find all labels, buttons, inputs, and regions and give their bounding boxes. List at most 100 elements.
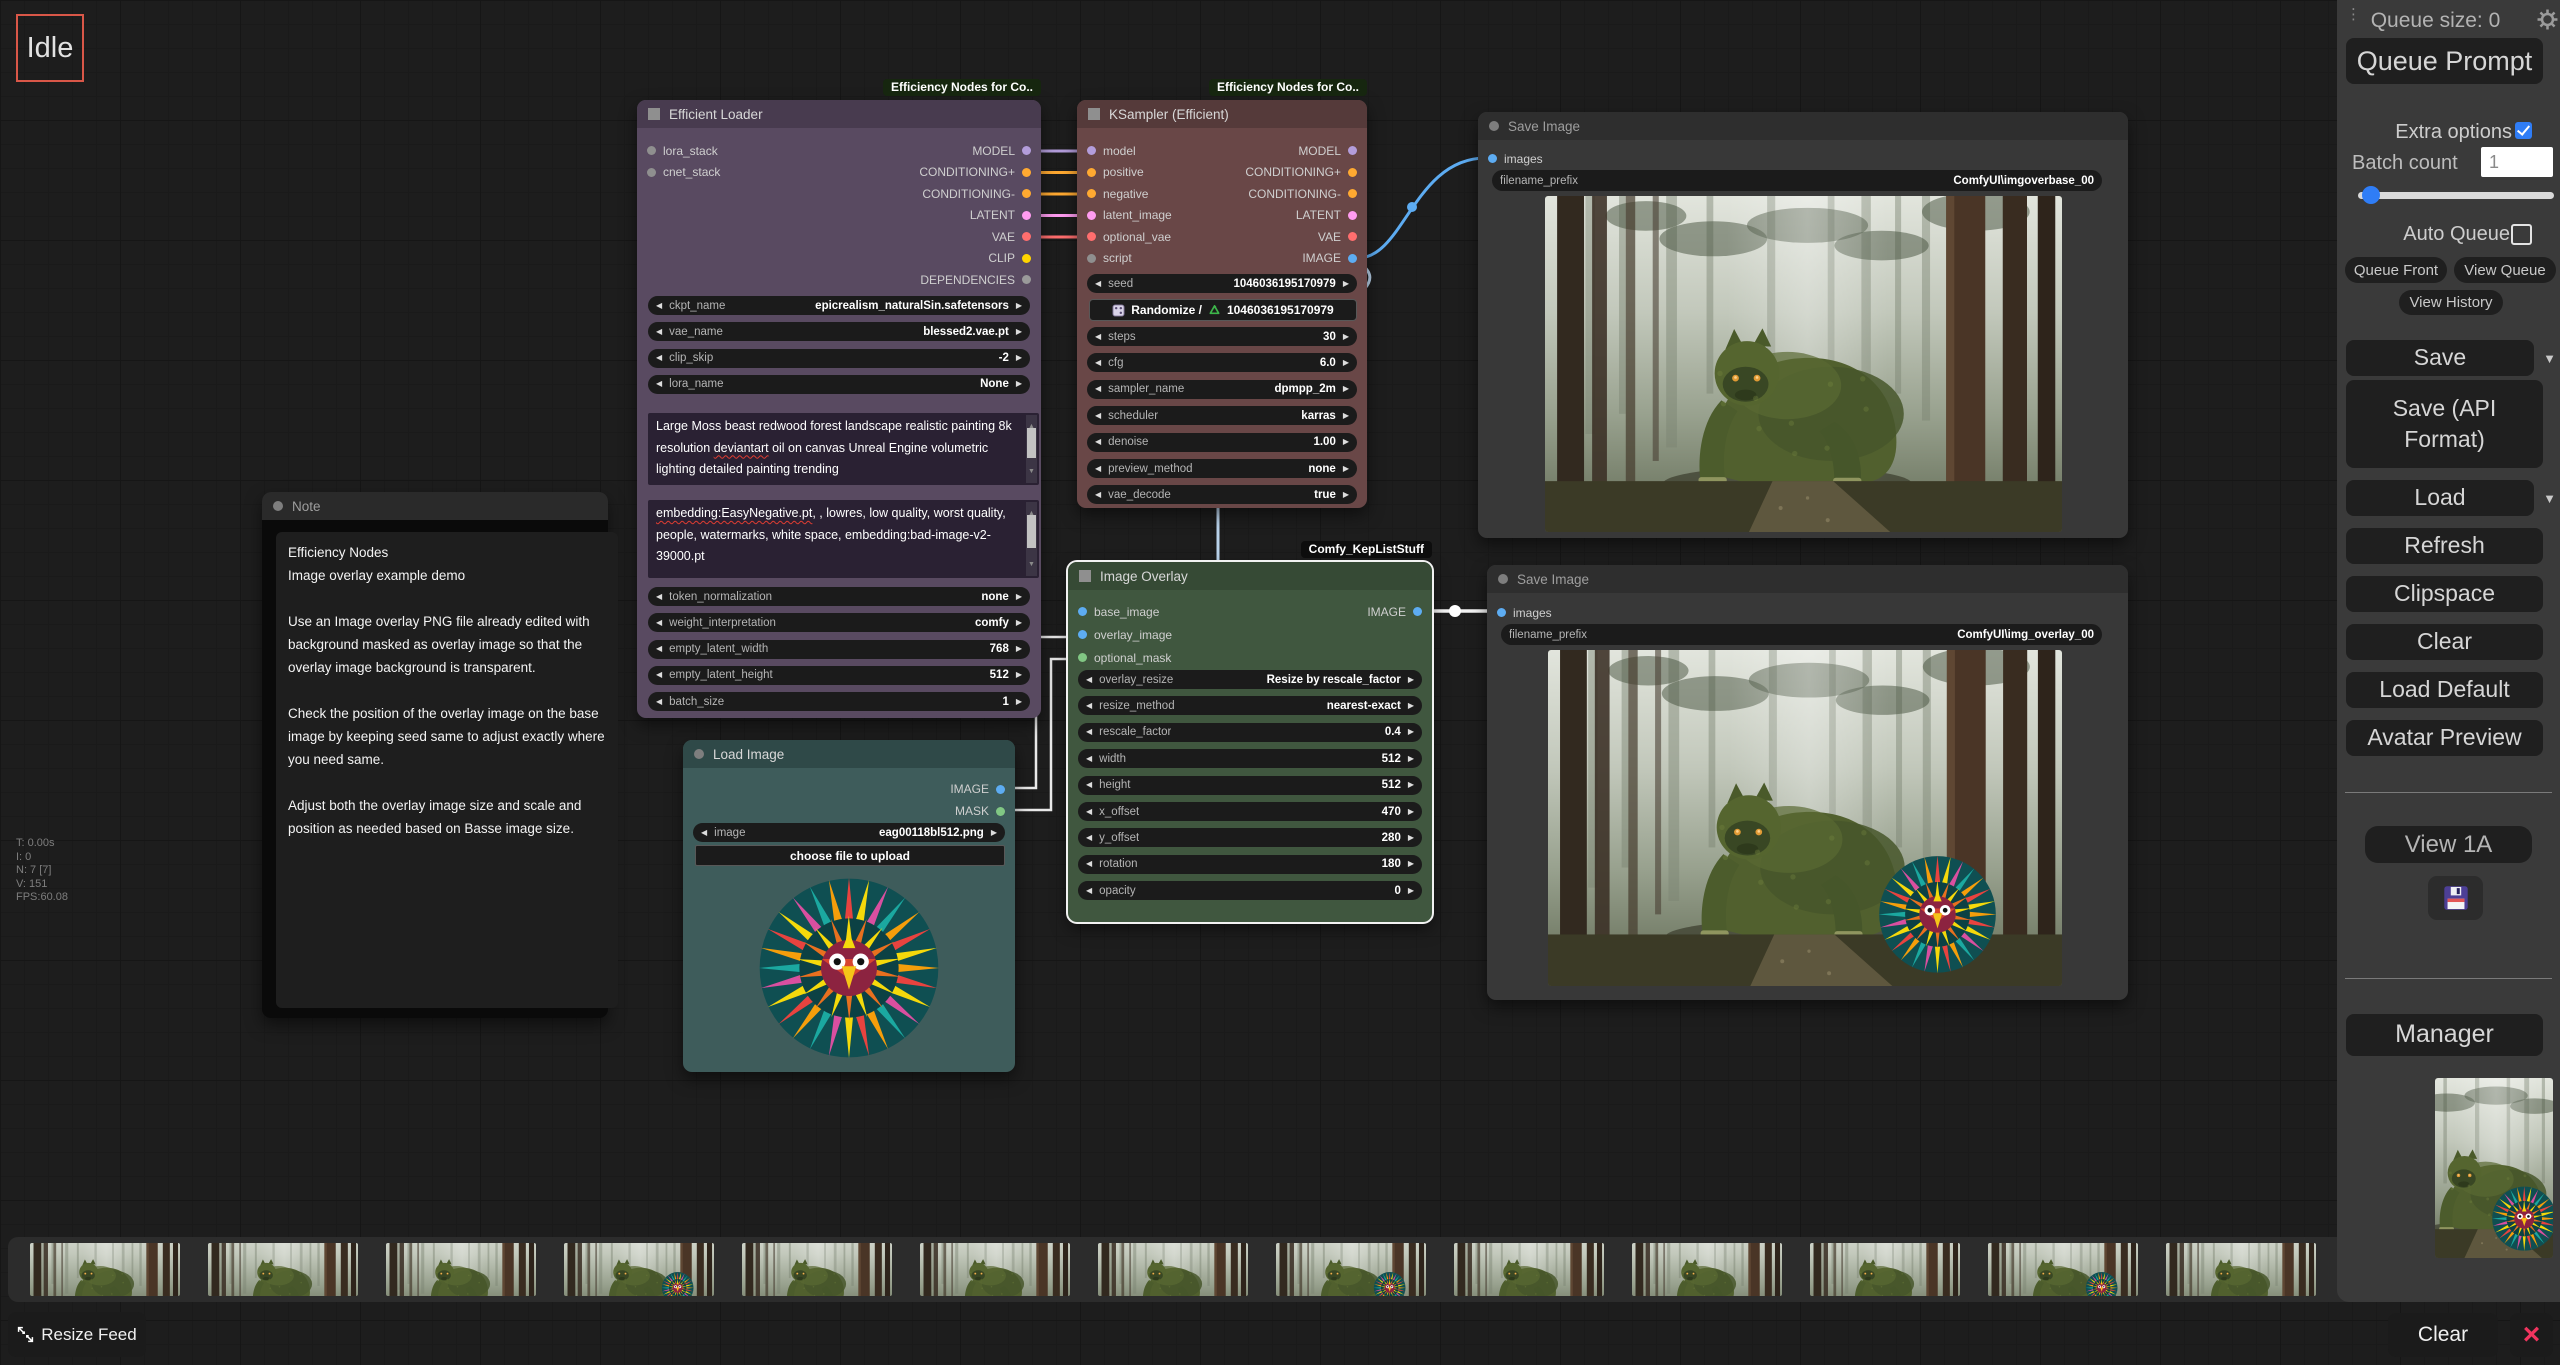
port-VAE[interactable]: VAE	[914, 226, 1036, 248]
widget-height[interactable]: ◀ height 512 ▶	[1078, 776, 1422, 795]
queue-front-button[interactable]: Queue Front	[2345, 257, 2447, 283]
increment-arrow-icon[interactable]: ▶	[1016, 380, 1022, 388]
port-dot-optional_vae[interactable]	[1087, 232, 1096, 241]
menu-refresh-button[interactable]: Refresh	[2346, 528, 2543, 564]
port-dot-negative[interactable]	[1087, 189, 1096, 198]
widget-seed[interactable]: ◀ seed 1046036195170979 ▶	[1087, 274, 1357, 293]
collapse-icon[interactable]	[694, 749, 704, 759]
port-CONDITIONING+[interactable]: CONDITIONING+	[914, 162, 1036, 184]
menu-clear-button[interactable]: Clear	[2346, 624, 2543, 660]
slider-thumb[interactable]	[2362, 186, 2380, 204]
decrement-arrow-icon[interactable]: ◀	[656, 619, 662, 627]
port-dot-VAE[interactable]	[1022, 232, 1031, 241]
port-IMAGE[interactable]: IMAGE	[945, 778, 1010, 800]
port-LATENT[interactable]: LATENT	[1240, 205, 1362, 227]
widget-batch_size[interactable]: ◀ batch_size 1 ▶	[648, 692, 1030, 711]
increment-arrow-icon[interactable]: ▶	[1408, 860, 1414, 868]
port-dot-LATENT[interactable]	[1022, 211, 1031, 220]
node-save-image-overlay[interactable]: Save Image images filename_prefix ComfyU…	[1487, 565, 2128, 1000]
feed-thumbnail[interactable]	[920, 1243, 1070, 1296]
decrement-arrow-icon[interactable]: ◀	[656, 593, 662, 601]
port-dot-cnet_stack[interactable]	[647, 168, 656, 177]
decrement-arrow-icon[interactable]: ◀	[1086, 676, 1092, 684]
widget-opacity[interactable]: ◀ opacity 0 ▶	[1078, 881, 1422, 900]
increment-arrow-icon[interactable]: ▶	[1408, 834, 1414, 842]
widget-width[interactable]: ◀ width 512 ▶	[1078, 749, 1422, 768]
node-image-overlay[interactable]: Comfy_KepListStuff Image Overlay base_im…	[1068, 562, 1432, 922]
decrement-arrow-icon[interactable]: ◀	[1095, 333, 1101, 341]
decrement-arrow-icon[interactable]: ◀	[1095, 465, 1101, 473]
collapse-icon[interactable]	[1088, 108, 1100, 120]
widget-sampler_name[interactable]: ◀ sampler_name dpmpp_2m ▶	[1087, 380, 1357, 399]
port-dot[interactable]	[1497, 608, 1506, 617]
widget-rotation[interactable]: ◀ rotation 180 ▶	[1078, 855, 1422, 874]
port-dot-LATENT[interactable]	[1348, 211, 1357, 220]
feed-clear-button[interactable]: Clear	[2388, 1313, 2498, 1357]
increment-arrow-icon[interactable]: ▶	[1016, 671, 1022, 679]
port-dot-latent_image[interactable]	[1087, 211, 1096, 220]
negative-prompt-textarea[interactable]: embedding:EasyNegative.pt, , lowres, low…	[648, 500, 1039, 578]
node-ksampler[interactable]: Efficiency Nodes for Co.. KSampler (Effi…	[1077, 100, 1367, 508]
increment-arrow-icon[interactable]: ▶	[1408, 808, 1414, 816]
port-dot-positive[interactable]	[1087, 168, 1096, 177]
increment-arrow-icon[interactable]: ▶	[1016, 354, 1022, 362]
widget-weight_interpretation[interactable]: ◀ weight_interpretation comfy ▶	[648, 613, 1030, 632]
feed-thumbnail[interactable]	[2166, 1243, 2316, 1296]
widget-overlay_resize[interactable]: ◀ overlay_resize Resize by rescale_facto…	[1078, 670, 1422, 689]
increment-arrow-icon[interactable]: ▶	[1343, 280, 1349, 288]
port-dot-MODEL[interactable]	[1348, 146, 1357, 155]
port-DEPENDENCIES[interactable]: DEPENDENCIES	[914, 269, 1036, 291]
port-IMAGE[interactable]: IMAGE	[1240, 248, 1362, 270]
menu-save-api-format-button[interactable]: Save (API Format)	[2346, 380, 2543, 468]
node-efficient-loader[interactable]: Efficiency Nodes for Co.. Efficient Load…	[637, 100, 1041, 718]
queue-prompt-button[interactable]: Queue Prompt	[2346, 38, 2543, 84]
feed-thumbnail[interactable]	[1454, 1243, 1604, 1296]
port-dot-CONDITIONING-[interactable]	[1022, 189, 1031, 198]
extra-options-checkbox[interactable]	[2515, 122, 2532, 139]
widget-ckpt_name[interactable]: ◀ ckpt_name epicrealism_naturalSin.safet…	[648, 296, 1030, 315]
port-dot-IMAGE[interactable]	[1348, 254, 1357, 263]
decrement-arrow-icon[interactable]: ◀	[1095, 280, 1101, 288]
increment-arrow-icon[interactable]: ▶	[1408, 676, 1414, 684]
feed-thumbnail[interactable]	[742, 1243, 892, 1296]
port-dot-CONDITIONING+[interactable]	[1348, 168, 1357, 177]
port-dot-IMAGE[interactable]	[1413, 607, 1422, 616]
widget-token_normalization[interactable]: ◀ token_normalization none ▶	[648, 587, 1030, 606]
increment-arrow-icon[interactable]: ▶	[1343, 491, 1349, 499]
decrement-arrow-icon[interactable]: ◀	[656, 698, 662, 706]
feed-thumbnail[interactable]	[1276, 1243, 1426, 1296]
widget-cfg[interactable]: ◀ cfg 6.0 ▶	[1087, 353, 1357, 372]
upload-button[interactable]: choose file to upload	[695, 845, 1005, 866]
widget-image[interactable]: ◀ image eag00118bl512.png ▶	[693, 823, 1005, 842]
port-lora_stack[interactable]: lora_stack	[642, 140, 725, 162]
collapse-icon[interactable]	[648, 108, 660, 120]
port-overlay_image[interactable]: overlay_image	[1073, 623, 1177, 646]
decrement-arrow-icon[interactable]: ◀	[1095, 491, 1101, 499]
menu-load-button[interactable]: Load	[2346, 480, 2534, 516]
port-base_image[interactable]: base_image	[1073, 600, 1177, 623]
port-dot-script[interactable]	[1087, 254, 1096, 263]
port-optional_vae[interactable]: optional_vae	[1082, 226, 1177, 248]
decrement-arrow-icon[interactable]: ◀	[1086, 860, 1092, 868]
decrement-arrow-icon[interactable]: ◀	[1086, 702, 1092, 710]
widget-steps[interactable]: ◀ steps 30 ▶	[1087, 327, 1357, 346]
port-negative[interactable]: negative	[1082, 183, 1177, 205]
menu-avatar-preview-button[interactable]: Avatar Preview	[2346, 720, 2543, 756]
increment-arrow-icon[interactable]: ▶	[991, 829, 997, 837]
increment-arrow-icon[interactable]: ▶	[1343, 333, 1349, 341]
save-workflow-quick-button[interactable]	[2428, 876, 2483, 920]
port-images[interactable]: images	[1483, 148, 1548, 169]
resize-feed-button[interactable]: Resize Feed	[8, 1312, 146, 1357]
positive-prompt-textarea[interactable]: Large Moss beast redwood forest landscap…	[648, 413, 1039, 485]
gear-icon[interactable]	[2537, 9, 2558, 30]
widget-empty_latent_height[interactable]: ◀ empty_latent_height 512 ▶	[648, 666, 1030, 685]
feed-close-button[interactable]: ×	[2510, 1313, 2553, 1357]
randomize-seed-button[interactable]: Randomize / 1046036195170979	[1089, 299, 1357, 321]
port-dot-model[interactable]	[1087, 146, 1096, 155]
port-CONDITIONING-[interactable]: CONDITIONING-	[914, 183, 1036, 205]
port-script[interactable]: script	[1082, 248, 1177, 270]
port-CONDITIONING+[interactable]: CONDITIONING+	[1240, 162, 1362, 184]
port-model[interactable]: model	[1082, 140, 1177, 162]
feed-thumbnail[interactable]	[30, 1243, 180, 1296]
view-history-button[interactable]: View History	[2399, 290, 2503, 315]
